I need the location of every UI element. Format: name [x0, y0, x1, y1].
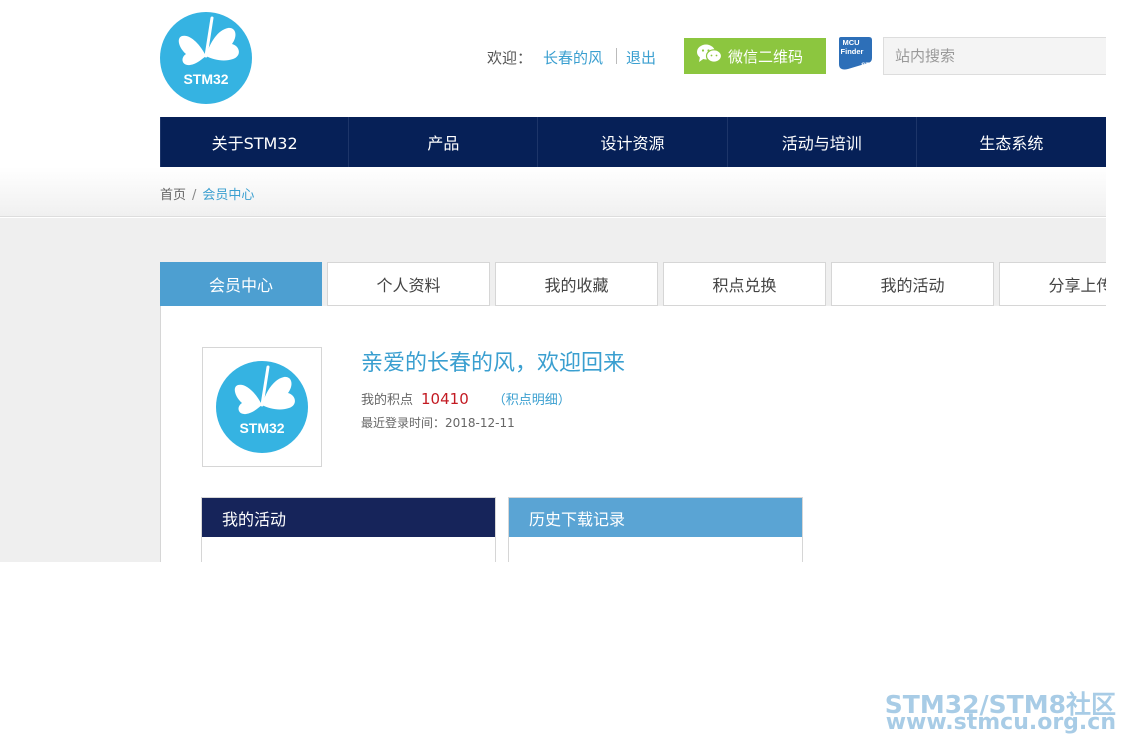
- tab-favorites[interactable]: 我的收藏: [495, 262, 658, 306]
- member-tabs: 会员中心 个人资料 我的收藏 积点兑换 我的活动 分享上传: [160, 262, 1106, 306]
- points-detail-link[interactable]: （积点明细）: [493, 389, 571, 408]
- username-link[interactable]: 长春的风: [543, 47, 603, 68]
- page: STM32 欢迎： 长春的风 退出 微信二维码 MCU Finder ST 站内…: [0, 0, 1106, 562]
- tab-member-center[interactable]: 会员中心: [160, 262, 322, 306]
- logout-link[interactable]: 退出: [626, 47, 656, 68]
- download-history-box: 历史下载记录: [508, 497, 803, 562]
- nav-item-about-stm32[interactable]: 关于STM32: [160, 117, 350, 167]
- last-login-time: 最近登录时间：2018-12-11: [361, 416, 515, 430]
- mcu-badge-line3: ST: [861, 62, 870, 69]
- mcu-finder-badge[interactable]: MCU Finder ST: [836, 36, 874, 72]
- download-history-title: 历史下载记录: [509, 498, 802, 537]
- breadcrumb: 首页 / 会员中心: [160, 184, 254, 203]
- logo-text: STM32: [183, 71, 228, 87]
- stm32-logo[interactable]: STM32: [160, 12, 252, 104]
- nav-item-products[interactable]: 产品: [349, 117, 539, 167]
- points-label: 我的积点: [361, 393, 414, 408]
- main-nav: 关于STM32 产品 设计资源 活动与培训 生态系统: [160, 117, 1106, 167]
- watermark-line2: www.stmcu.org.cn: [885, 710, 1116, 735]
- mcu-badge-line1: MCU: [842, 38, 859, 47]
- wechat-icon: [696, 43, 723, 69]
- welcome-heading: 亲爱的长春的风，欢迎回来: [361, 351, 626, 376]
- mcu-badge-line2: Finder: [841, 47, 864, 56]
- nav-item-events-training[interactable]: 活动与培训: [728, 117, 917, 167]
- wechat-qr-label: 微信二维码: [728, 47, 804, 66]
- header-divider: [616, 48, 617, 64]
- breadcrumb-home[interactable]: 首页: [160, 188, 186, 203]
- breadcrumb-separator: /: [192, 188, 197, 203]
- nav-item-design-resources[interactable]: 设计资源: [538, 117, 728, 167]
- avatar-logo-text: STM32: [239, 420, 284, 436]
- avatar[interactable]: STM32: [202, 347, 322, 467]
- site-search-input[interactable]: [883, 37, 1106, 75]
- tab-profile[interactable]: 个人资料: [327, 262, 490, 306]
- nav-item-ecosystem[interactable]: 生态系统: [917, 117, 1106, 167]
- points-value: 10410: [421, 390, 469, 408]
- wechat-qr-button[interactable]: 微信二维码: [684, 38, 826, 74]
- my-activities-title: 我的活动: [202, 498, 495, 537]
- points-row: 我的积点 10410 （积点明细）: [361, 389, 571, 408]
- breadcrumb-current[interactable]: 会员中心: [202, 188, 254, 203]
- member-panel: STM32 亲爱的长春的风，欢迎回来 我的积点 10410 （积点明细） 最近登…: [160, 306, 1106, 562]
- greeting-label: 欢迎：: [487, 49, 533, 67]
- my-activities-box: 我的活动: [201, 497, 496, 562]
- tab-share-upload[interactable]: 分享上传: [999, 262, 1106, 306]
- tab-points-exchange[interactable]: 积点兑换: [663, 262, 826, 306]
- tab-my-activities[interactable]: 我的活动: [831, 262, 994, 306]
- avatar-logo-icon: STM32: [216, 361, 308, 453]
